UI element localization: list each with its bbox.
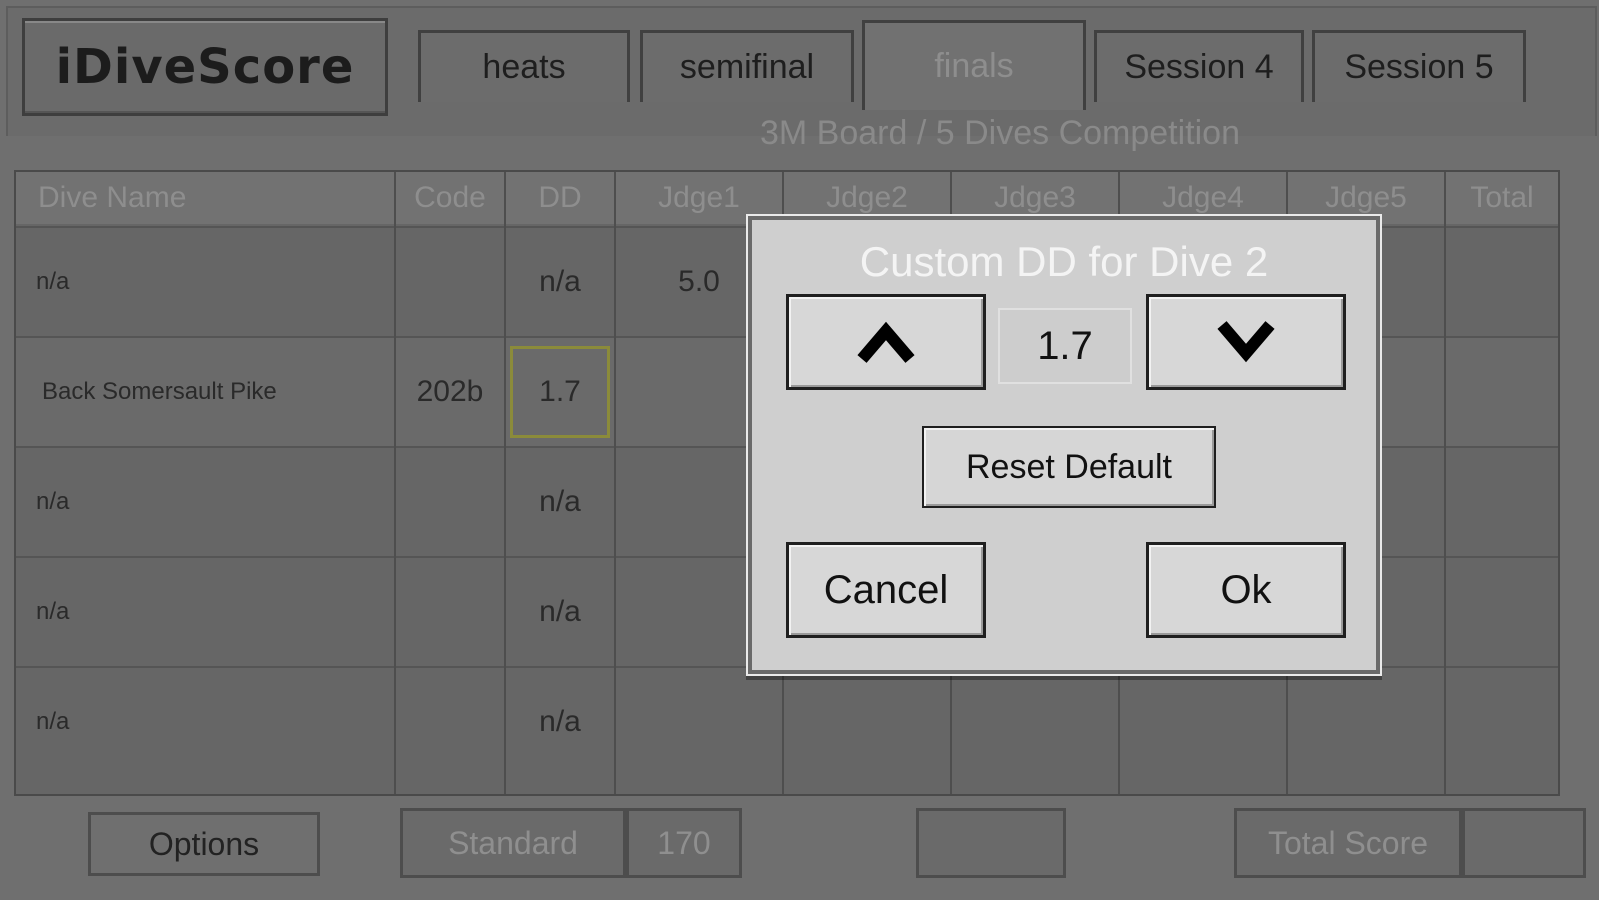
code-cell[interactable]: 202b <box>396 338 506 446</box>
dive-name-cell[interactable]: n/a <box>16 668 396 776</box>
header-code: Code <box>396 172 506 224</box>
dd-cell[interactable]: n/a <box>506 668 616 776</box>
total-score-value <box>1462 808 1586 878</box>
blank-field <box>916 808 1066 878</box>
cancel-button[interactable]: Cancel <box>786 542 986 638</box>
column-divider <box>394 172 396 794</box>
dialog-title: Custom DD for Dive 2 <box>859 238 1269 285</box>
dd-cell[interactable]: n/a <box>506 558 616 666</box>
header-dive-name: Dive Name <box>16 172 396 224</box>
column-divider <box>614 172 616 794</box>
ok-button[interactable]: Ok <box>1146 542 1346 638</box>
chevron-up-icon <box>857 321 915 363</box>
column-divider <box>504 172 506 794</box>
table-row[interactable]: n/a n/a <box>16 666 1558 776</box>
standard-value: 170 <box>626 808 742 878</box>
dd-cell-selected[interactable]: 1.7 <box>510 346 610 438</box>
reset-default-button[interactable]: Reset Default <box>922 426 1216 508</box>
dive-name-cell[interactable]: n/a <box>16 558 396 666</box>
increase-dd-button[interactable] <box>786 294 986 390</box>
dd-value-display: 1.7 <box>998 308 1132 384</box>
header-dd: DD <box>506 172 616 224</box>
standard-label: Standard <box>400 808 626 878</box>
tab-semifinal[interactable]: semifinal <box>640 30 854 102</box>
tab-session-5[interactable]: Session 5 <box>1312 30 1526 102</box>
dd-cell[interactable]: n/a <box>506 228 616 336</box>
tab-finals[interactable]: finals <box>862 20 1086 110</box>
column-divider <box>1444 172 1446 794</box>
dd-cell[interactable]: n/a <box>506 448 616 556</box>
competition-title: 3M Board / 5 Dives Competition <box>760 114 1240 152</box>
tab-session-4[interactable]: Session 4 <box>1094 30 1304 102</box>
dive-name-cell[interactable]: n/a <box>16 448 396 556</box>
app-logo: iDiveScore <box>22 18 388 116</box>
decrease-dd-button[interactable] <box>1146 294 1346 390</box>
dive-name-cell[interactable]: Back Somersault Pike <box>16 338 396 446</box>
dive-name-cell[interactable]: n/a <box>16 228 396 336</box>
header-total: Total <box>1446 172 1558 224</box>
chevron-down-icon <box>1217 321 1275 363</box>
custom-dd-dialog: Custom DD for Dive 2 1.7 Reset Default C… <box>746 214 1382 676</box>
code-cell[interactable] <box>396 228 506 336</box>
options-button[interactable]: Options <box>88 812 320 876</box>
total-score-label: Total Score <box>1234 808 1462 878</box>
tab-heats[interactable]: heats <box>418 30 630 102</box>
